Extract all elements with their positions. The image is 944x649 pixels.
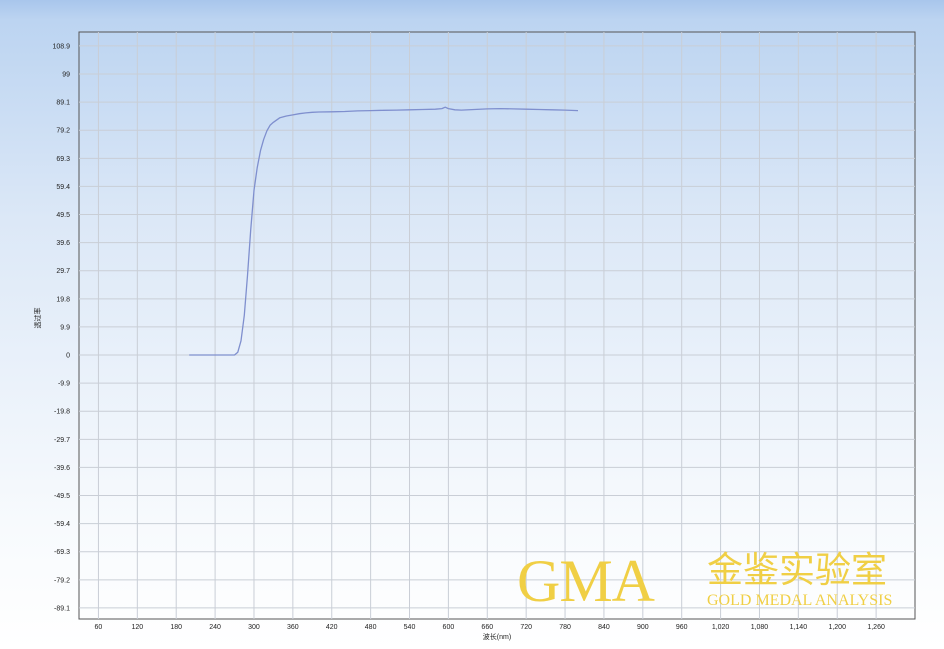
y-tick-label: 89.1 xyxy=(56,100,70,107)
x-tick-label: 60 xyxy=(95,624,103,631)
x-tick-label: 1,080 xyxy=(751,624,769,631)
x-tick-label: 1,260 xyxy=(867,624,885,631)
y-tick-label: 108.9 xyxy=(52,43,70,50)
y-tick-label: -79.2 xyxy=(54,577,70,584)
y-tick-label: 69.3 xyxy=(56,156,70,163)
watermark-english-name: GOLD MEDAL ANALYSIS xyxy=(707,592,893,609)
tick-labels: 60 120 180 240 300 360 420 480 540 600 660 720 780 84… xyxy=(52,43,885,631)
x-tick-label: 1,200 xyxy=(828,624,846,631)
watermark-chinese-name: 金鉴实验室 xyxy=(707,550,888,591)
y-tick-label: 49.5 xyxy=(56,212,70,219)
series-layer xyxy=(189,106,579,356)
y-tick-label: 0 xyxy=(66,353,70,360)
x-tick-label: 1,020 xyxy=(712,624,730,631)
y-tick-label: 19.8 xyxy=(56,296,70,303)
y-tick-label: 39.6 xyxy=(56,240,70,247)
series-line xyxy=(189,106,579,356)
x-tick-label: 360 xyxy=(287,624,299,631)
gma-watermark: GMA 金鉴实验室 GOLD MEDAL ANALYSIS xyxy=(517,548,917,618)
x-tick-label: 300 xyxy=(248,624,260,631)
x-tick-label: 480 xyxy=(365,624,377,631)
x-tick-label: 960 xyxy=(676,624,688,631)
y-tick-label: -29.7 xyxy=(54,437,70,444)
x-tick-label: 540 xyxy=(404,624,416,631)
x-tick-label: 780 xyxy=(559,624,571,631)
y-tick-label: 59.4 xyxy=(56,184,70,191)
y-tick-label: -59.4 xyxy=(54,521,70,528)
y-tick-label: -39.6 xyxy=(54,465,70,472)
watermark-logo: GMA xyxy=(517,548,655,614)
chart-window: 60 120 180 240 300 360 420 480 540 600 660 720 780 84… xyxy=(0,0,944,649)
x-tick-label: 720 xyxy=(520,624,532,631)
y-tick-label: 9.9 xyxy=(60,324,70,331)
x-tick-label: 600 xyxy=(443,624,455,631)
x-tick-label: 660 xyxy=(481,624,493,631)
x-tick-label: 900 xyxy=(637,624,649,631)
y-axis-label: 透过率 xyxy=(33,308,42,329)
y-tick-label: 29.7 xyxy=(56,268,70,275)
x-tick-label: 120 xyxy=(131,624,143,631)
x-tick-label: 1,140 xyxy=(790,624,808,631)
x-tick-label: 240 xyxy=(209,624,221,631)
gridlines xyxy=(79,32,915,619)
y-tick-label: -9.9 xyxy=(58,381,70,388)
plot-area-frame xyxy=(78,31,916,620)
x-axis-label: 波长(nm) xyxy=(483,632,511,641)
y-tick-label: -89.1 xyxy=(54,605,70,612)
y-tick-label: -69.3 xyxy=(54,549,70,556)
y-tick-label: 79.2 xyxy=(56,128,70,135)
y-tick-label: 99 xyxy=(62,72,70,79)
x-tick-label: 840 xyxy=(598,624,610,631)
x-tick-label: 180 xyxy=(170,624,182,631)
y-tick-label: -49.5 xyxy=(54,493,70,500)
x-tick-label: 420 xyxy=(326,624,338,631)
y-tick-label: -19.8 xyxy=(54,409,70,416)
